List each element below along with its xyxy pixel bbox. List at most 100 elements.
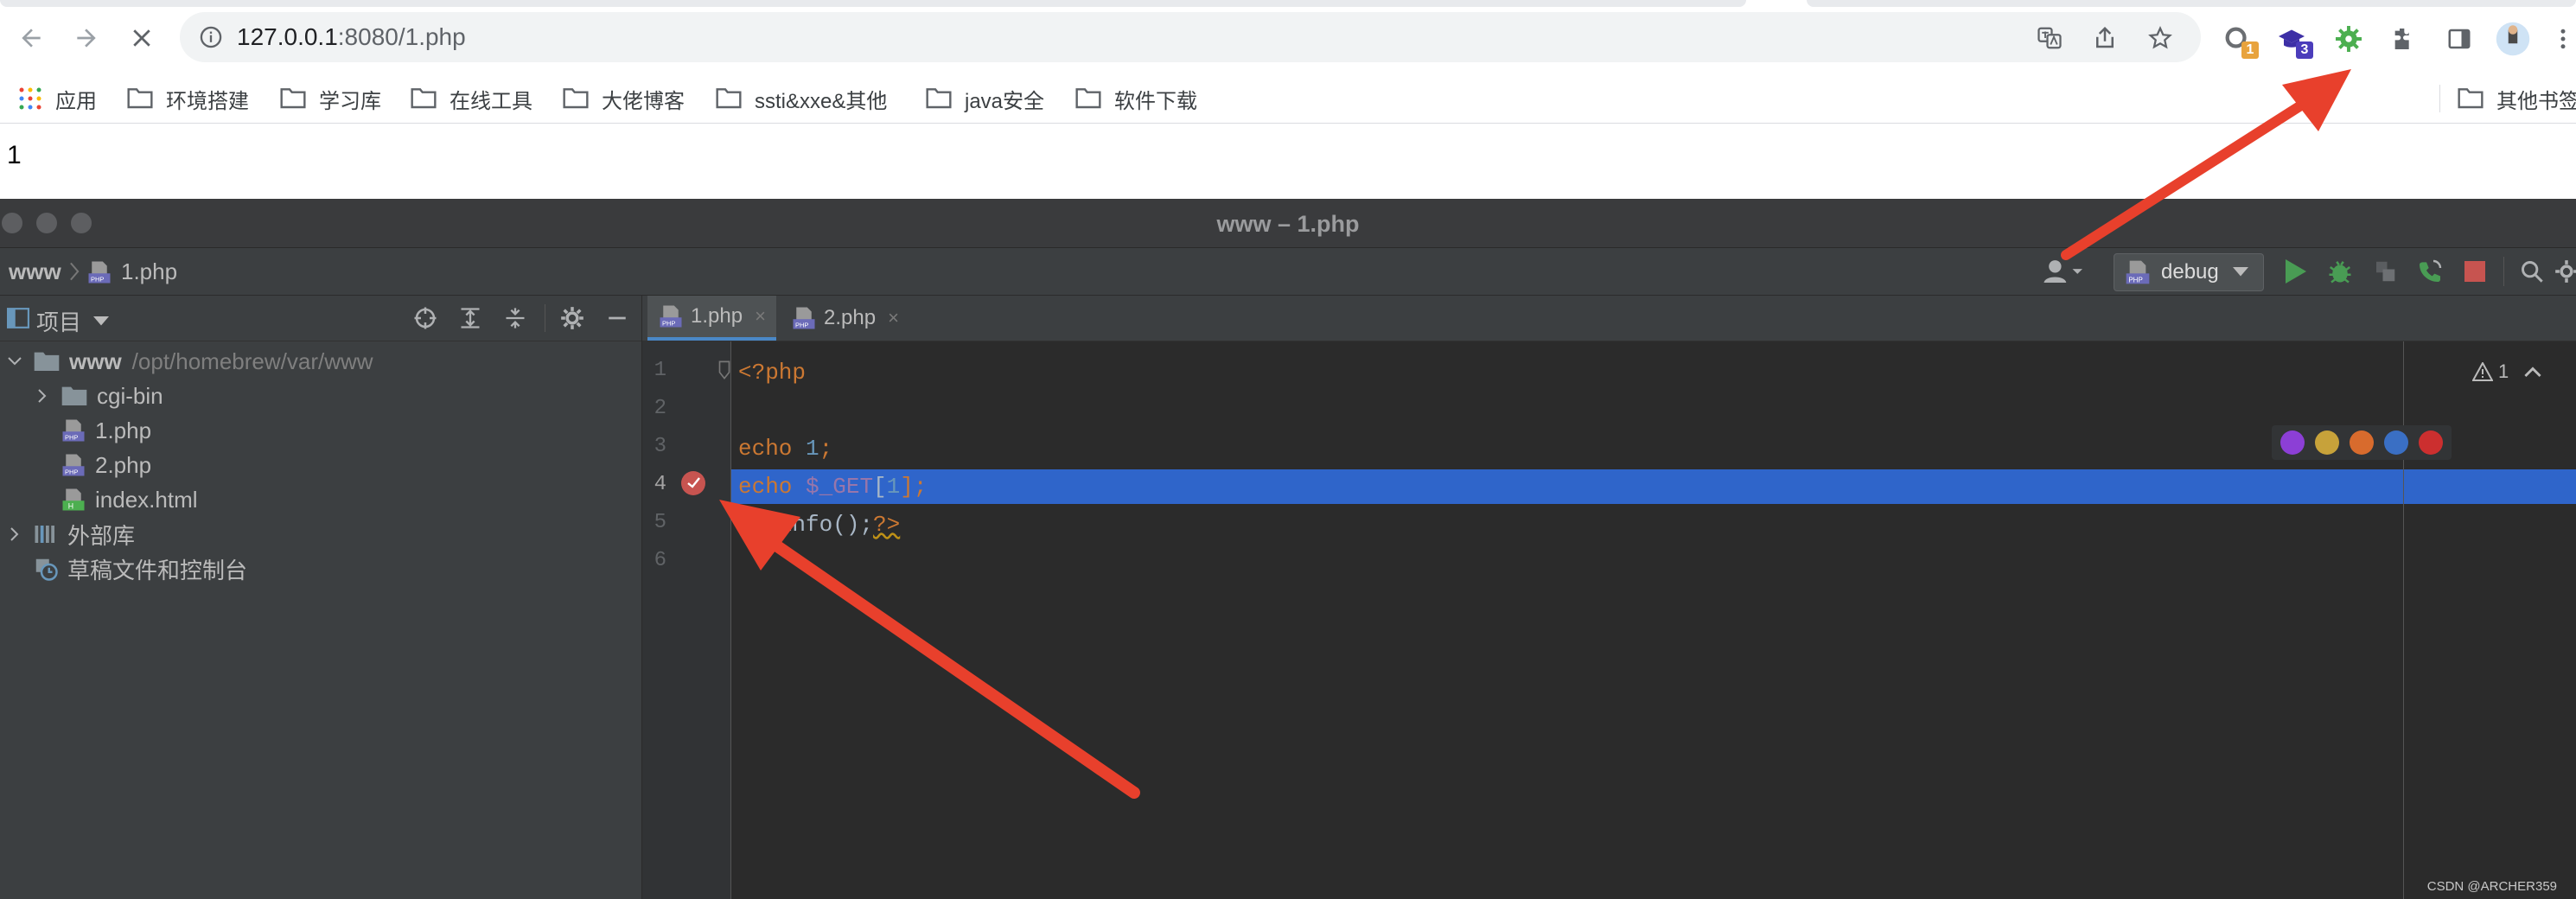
tree-external-libraries[interactable]: 外部库 <box>5 517 135 552</box>
translate-icon[interactable] <box>2035 23 2064 53</box>
bookmark-folder[interactable]: 大佬博客 <box>562 81 685 116</box>
bookmark-folder[interactable]: 学习库 <box>279 81 381 116</box>
line-number: 5 <box>654 511 666 534</box>
inspection-widget[interactable]: 1 <box>2472 358 2541 386</box>
firefox-icon[interactable] <box>2350 430 2374 455</box>
settings-button[interactable] <box>2550 255 2576 288</box>
extensions-puzzle-icon[interactable] <box>2383 19 2423 59</box>
project-view-selector[interactable]: 项目 <box>36 305 110 337</box>
tree-item-label: 1.php <box>95 417 152 443</box>
run-button[interactable] <box>2280 255 2312 288</box>
hide-panel-button[interactable] <box>602 303 633 334</box>
extension-1-icon[interactable]: 1 <box>2217 19 2259 59</box>
address-bar[interactable]: 127.0.0.1:8080/1.php <box>180 12 2201 62</box>
chevron-right-icon[interactable] <box>33 386 52 405</box>
bookmark-star-icon[interactable] <box>2146 23 2175 53</box>
chevron-down-icon[interactable] <box>5 352 24 371</box>
code-token: [ <box>873 474 887 500</box>
code-token: ]; <box>900 474 928 500</box>
editor-gutter[interactable]: 1 2 3 4 5 6 <box>642 341 731 899</box>
chevron-right-icon[interactable] <box>5 525 24 544</box>
bookmark-label: 环境搭建 <box>166 89 249 113</box>
stop-button[interactable] <box>2458 255 2491 288</box>
breakpoint-icon[interactable] <box>681 471 705 495</box>
library-icon <box>35 526 54 543</box>
tree-item-1-php[interactable]: PHP 1.php <box>61 413 151 448</box>
tree-item-cgi-bin[interactable]: cgi-bin <box>33 379 163 413</box>
safari-icon[interactable] <box>2384 430 2408 455</box>
bookmark-folder[interactable]: java安全 <box>925 81 1044 116</box>
close-tab-icon[interactable]: × <box>755 305 766 328</box>
project-header-label: 项目 <box>36 309 82 335</box>
collapse-all-button[interactable] <box>500 303 531 334</box>
project-view-icon <box>7 308 29 328</box>
chrome-icon[interactable] <box>2315 430 2339 455</box>
bookmark-label: java安全 <box>965 89 1045 113</box>
tree-item-index-html[interactable]: H index.html <box>61 482 198 517</box>
phpstorm-browser-icon[interactable] <box>2280 430 2305 455</box>
chevron-up-icon <box>2524 367 2541 378</box>
more-menu-icon[interactable] <box>2543 19 2576 59</box>
close-tab-icon[interactable]: × <box>888 307 899 329</box>
fold-marker-icon[interactable] <box>718 360 730 379</box>
tree-root-www[interactable]: www /opt/homebrew/var/www <box>5 344 373 379</box>
stop-loading-button[interactable] <box>123 19 161 57</box>
folder-icon <box>2458 88 2484 109</box>
php-debug-icon: PHP <box>2126 260 2150 284</box>
back-button[interactable] <box>12 19 50 57</box>
breadcrumb-root[interactable]: www <box>9 258 61 285</box>
bookmark-other[interactable]: 其他书签 <box>2457 81 2576 116</box>
line-number: 3 <box>654 435 666 458</box>
tab-1-php[interactable]: PHP 1.php × <box>647 296 776 341</box>
vcs-user-icon[interactable] <box>2037 255 2088 288</box>
bookmark-label: 其他书签 <box>2496 89 2576 113</box>
browser-toolbar: 127.0.0.1:8080/1.php 1 3 <box>0 0 2576 74</box>
side-panel-icon[interactable] <box>2439 19 2479 59</box>
tab-label: 1.php <box>691 304 743 328</box>
share-icon[interactable] <box>2090 23 2120 53</box>
editor-tab-bar: PHP 1.php × PHP 2.php × <box>642 296 2576 341</box>
bookmark-apps[interactable]: 应用 <box>17 81 97 116</box>
extension-badge: 3 <box>2296 41 2313 59</box>
expand-all-button[interactable] <box>455 303 486 334</box>
bookmark-folder[interactable]: 环境搭建 <box>126 81 249 116</box>
stop-icon <box>2464 261 2485 282</box>
locate-file-button[interactable] <box>410 303 441 334</box>
coverage-button[interactable] <box>2369 255 2401 288</box>
warning-icon <box>2472 362 2493 381</box>
run-configuration-dropdown[interactable]: PHP debug <box>2114 253 2264 291</box>
url-text[interactable]: 127.0.0.1:8080/1.php <box>237 23 466 51</box>
folder-icon <box>34 352 60 372</box>
php-file-icon: PHP <box>62 454 85 476</box>
extension-2-icon[interactable]: 3 <box>2272 19 2313 59</box>
tree-item-2-php[interactable]: PHP 2.php <box>61 448 151 482</box>
chevron-down-icon <box>93 316 110 325</box>
view-options-button[interactable] <box>557 303 588 334</box>
opera-icon[interactable] <box>2419 430 2443 455</box>
tree-scratches-consoles[interactable]: 草稿文件和控制台 <box>33 552 247 586</box>
listen-debug-connections-button[interactable] <box>2413 255 2446 288</box>
bookmark-folder[interactable]: ssti&xxe&其他 <box>715 81 887 116</box>
chevron-down-icon <box>2232 267 2248 277</box>
bookmark-folder[interactable]: 在线工具 <box>410 81 532 116</box>
code-line-4-breakpoint: echo $_GET[1]; <box>731 469 2576 504</box>
xdebug-helper-icon[interactable] <box>2329 19 2369 59</box>
tab-2-php[interactable]: PHP 2.php × <box>781 296 909 341</box>
profile-avatar[interactable] <box>2493 19 2533 59</box>
search-everywhere-button[interactable] <box>2515 255 2548 288</box>
code-token: 1 <box>886 474 901 500</box>
info-icon[interactable] <box>199 25 223 49</box>
code-token: phpinfo(); <box>738 512 874 538</box>
debug-button[interactable] <box>2324 255 2356 288</box>
bookmark-folder[interactable]: 软件下载 <box>1074 81 1197 116</box>
code-token: <?php <box>738 360 807 386</box>
bookmark-label: 大佬博客 <box>602 89 685 113</box>
folder-icon <box>716 88 742 109</box>
tab-label: 2.php <box>824 306 877 329</box>
inspection-count: 1 <box>2498 360 2509 382</box>
forward-button[interactable] <box>67 19 105 57</box>
apps-grid-icon <box>19 87 41 110</box>
breadcrumb-file[interactable]: PHP 1.php <box>86 258 177 285</box>
page-viewport: 1 <box>0 124 2576 198</box>
toolbar-divider <box>2503 257 2504 286</box>
